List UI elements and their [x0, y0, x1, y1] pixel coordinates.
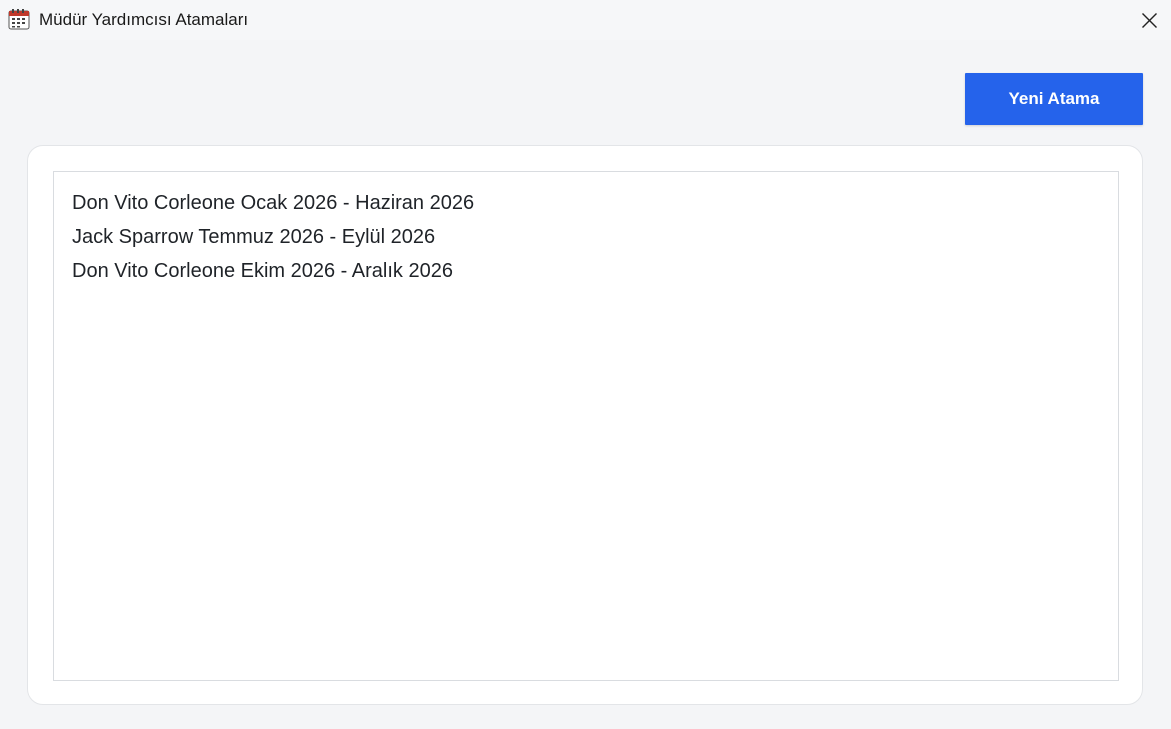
calendar-icon — [8, 8, 30, 30]
window-title: Müdür Yardımcısı Atamaları — [39, 10, 249, 29]
list-item[interactable]: Don Vito Corleone Ekim 2026 - Aralık 202… — [72, 254, 1118, 288]
list-item[interactable]: Jack Sparrow Temmuz 2026 - Eylül 2026 — [72, 220, 1118, 254]
title-bar: Müdür Yardımcısı Atamaları — [0, 0, 1171, 40]
assignments-list[interactable]: Don Vito Corleone Ocak 2026 - Haziran 20… — [53, 171, 1119, 681]
close-icon — [1141, 12, 1157, 28]
close-button[interactable] — [1127, 0, 1171, 40]
list-item[interactable]: Don Vito Corleone Ocak 2026 - Haziran 20… — [72, 186, 1118, 220]
new-assignment-button[interactable]: Yeni Atama — [965, 73, 1143, 125]
assignments-card: Don Vito Corleone Ocak 2026 - Haziran 20… — [27, 145, 1143, 705]
app-window: Müdür Yardımcısı Atamaları Yeni Atama Do… — [0, 0, 1171, 729]
